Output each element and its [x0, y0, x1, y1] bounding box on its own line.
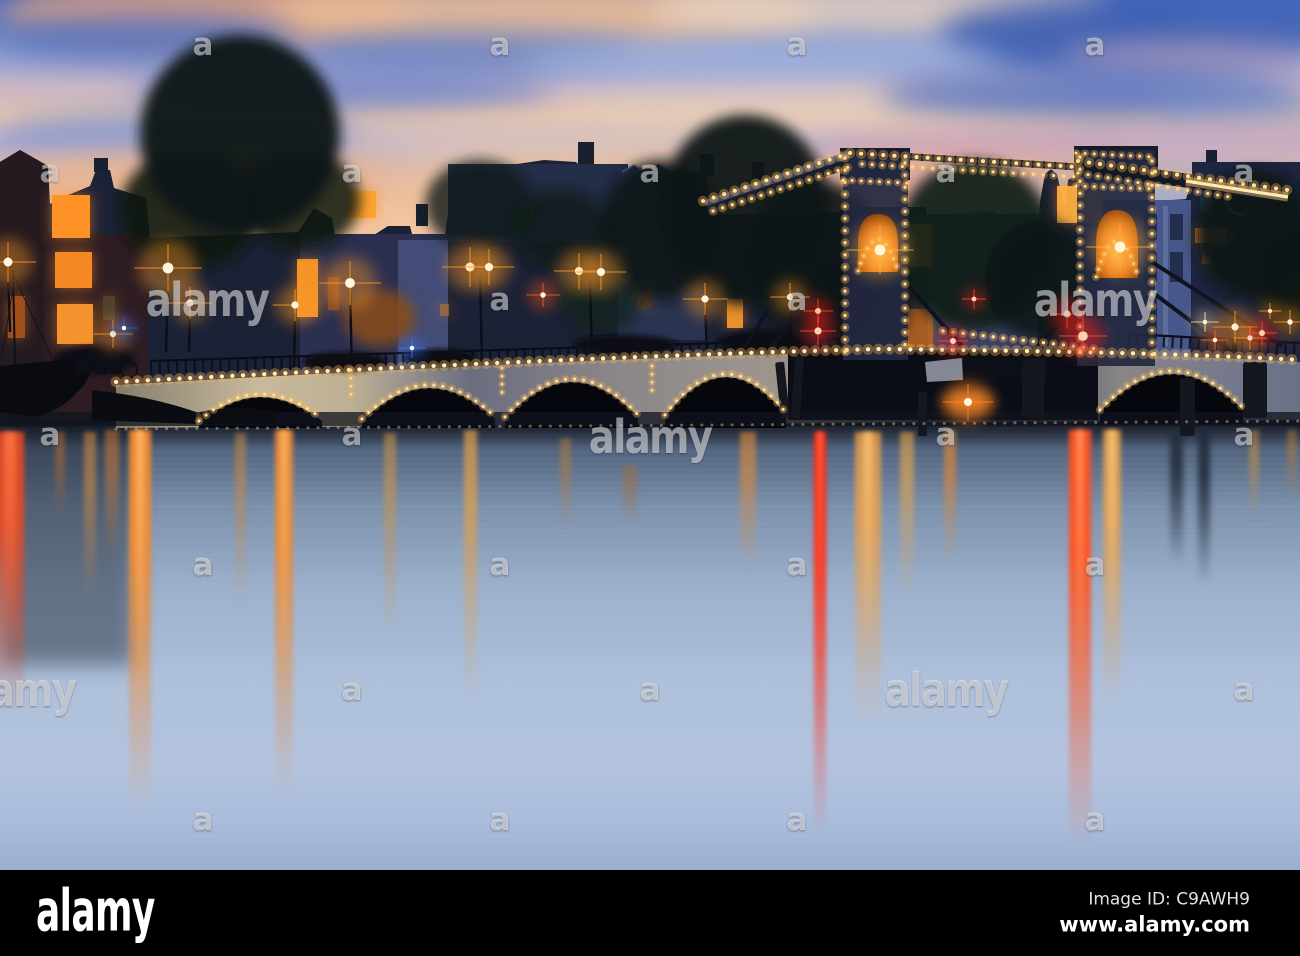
alamy-footer-bar: alamy Image ID: C9AWH9 www.alamy.com: [0, 870, 1300, 956]
alamy-logo: alamy: [36, 876, 155, 945]
lit-window: [907, 309, 933, 347]
lit-window: [57, 304, 93, 344]
alamy-stock-photo-page: a a a a a a a a a a a a a a a a a a a a a a a a a a alamy alamy alam…: [0, 0, 1300, 956]
photo-amsterdam-magere-brug-dusk: a a a a a a a a a a a a a a a a a a a a a a a a a a alamy alamy alam…: [0, 0, 1300, 870]
lit-window: [52, 195, 90, 238]
alamy-url-text: www.alamy.com: [1059, 912, 1250, 937]
boat-tarp: [925, 358, 963, 382]
scene-overlay: [0, 35, 1300, 436]
image-id-text: Image ID: C9AWH9: [1088, 889, 1250, 910]
lit-window: [440, 304, 449, 316]
lit-window: [103, 296, 115, 320]
lit-window: [55, 252, 92, 288]
